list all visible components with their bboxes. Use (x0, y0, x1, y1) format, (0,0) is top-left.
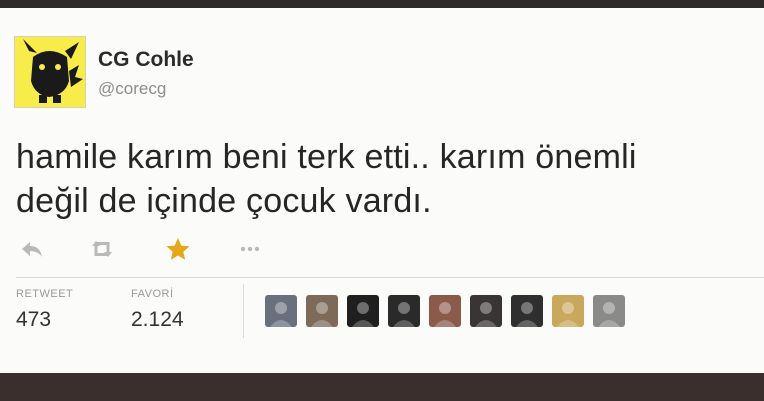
favorite-label: FAVORİ (131, 288, 174, 300)
reply-icon (22, 242, 42, 257)
pikachu-icon (23, 39, 83, 103)
user-handle[interactable]: @corecg (98, 79, 166, 99)
retweet-stat[interactable]: RETWEET 473 (16, 288, 73, 332)
reply-button[interactable] (18, 236, 46, 262)
stats-divider (16, 277, 764, 278)
user-avatar-icon[interactable] (511, 295, 543, 327)
user-avatar-icon[interactable] (265, 295, 297, 327)
tweet-line: değil de içinde çocuk vardı. (16, 182, 432, 220)
top-border (0, 0, 764, 8)
bottom-border (0, 373, 764, 401)
retweet-label: RETWEET (16, 288, 74, 300)
user-avatar-icon[interactable] (347, 295, 379, 327)
display-name[interactable]: CG Cohle (98, 48, 194, 72)
stats-separator (243, 284, 244, 338)
favorite-star-icon (166, 238, 190, 260)
user-avatar-icon[interactable] (593, 295, 625, 327)
more-icon (240, 246, 260, 252)
favorite-stat[interactable]: FAVORİ 2.124 (131, 288, 184, 332)
profile-avatar[interactable] (14, 36, 86, 108)
user-avatar-icon[interactable] (552, 295, 584, 327)
favorite-count: 2.124 (131, 308, 184, 331)
retweet-icon (92, 241, 112, 257)
tweet-text: hamile karım beni terk etti.. karım önem… (16, 135, 756, 223)
retweet-count: 473 (16, 308, 52, 331)
tweet-line: hamile karım beni terk etti.. karım önem… (16, 138, 637, 176)
more-button[interactable] (236, 236, 264, 262)
favorite-button[interactable] (164, 236, 192, 262)
user-avatar-icon[interactable] (306, 295, 338, 327)
retweet-button[interactable] (88, 236, 116, 262)
user-avatar-icon[interactable] (470, 295, 502, 327)
user-avatar-icon[interactable] (388, 295, 420, 327)
user-avatar-icon[interactable] (429, 295, 461, 327)
